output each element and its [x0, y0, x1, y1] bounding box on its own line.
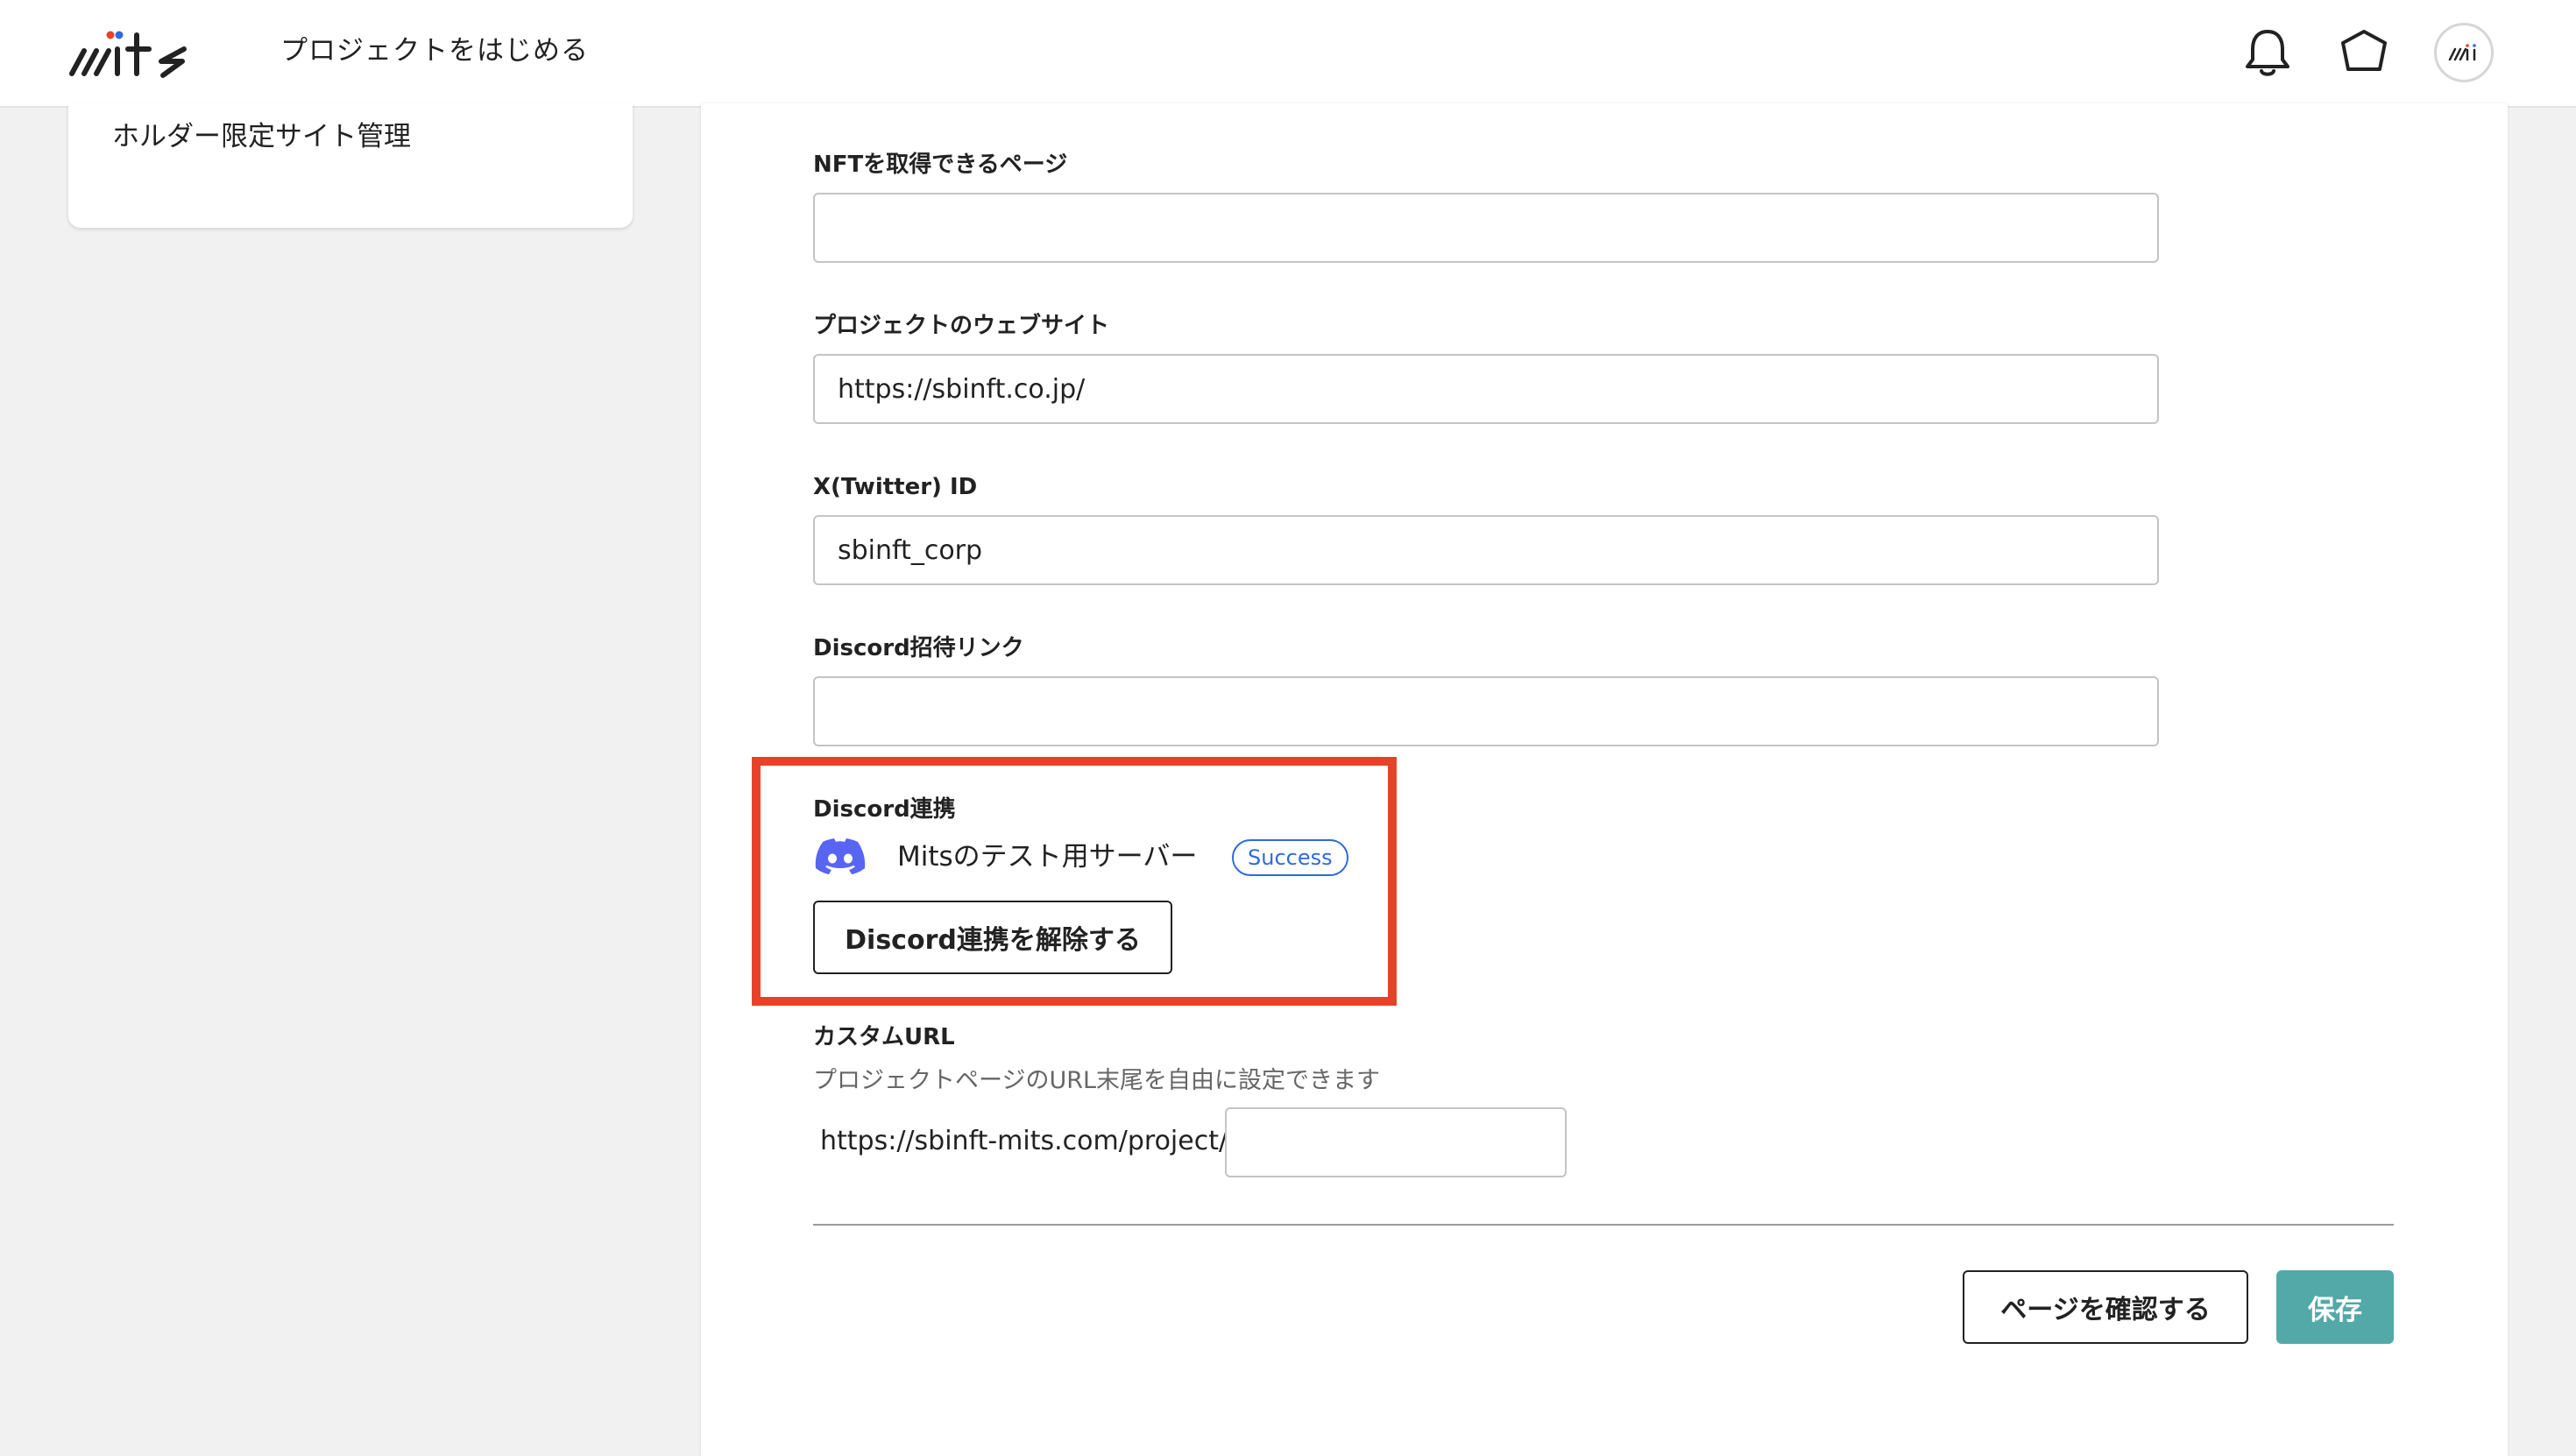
twitter-id-input[interactable]	[813, 515, 2159, 585]
website-label: プロジェクトのウェブサイト	[813, 313, 1110, 339]
bell-icon[interactable]	[2236, 21, 2299, 84]
sidebar-item-holder-site[interactable]: ホルダー限定サイト管理	[112, 116, 411, 158]
discord-invite-label: Discord招待リンク	[813, 635, 1024, 661]
top-header: プロジェクトをはじめる	[0, 0, 2576, 108]
twitter-id-label: X(Twitter) ID	[813, 474, 978, 500]
custom-url-hint: プロジェクトページのURL末尾を自由に設定できます	[813, 1067, 1381, 1094]
custom-url-prefix: https://sbinft-mits.com/project/	[820, 1126, 1228, 1156]
save-button[interactable]: 保存	[2276, 1270, 2394, 1344]
mits-logo[interactable]	[67, 23, 216, 82]
sidebar-menu: ホルダー限定サイト管理	[68, 103, 633, 228]
status-badge: Success	[1232, 839, 1348, 876]
avatar-icon[interactable]	[2434, 23, 2494, 82]
nft-page-input[interactable]	[813, 193, 2159, 263]
form-divider	[813, 1224, 2394, 1226]
custom-url-input[interactable]	[1225, 1107, 1567, 1177]
discord-icon	[815, 838, 866, 874]
page-title: プロジェクトをはじめる	[280, 35, 589, 67]
discord-invite-input[interactable]	[813, 676, 2159, 746]
discord-server-name: Mitsのテスト用サーバー	[897, 841, 1198, 873]
confirm-page-button[interactable]: ページを確認する	[1963, 1270, 2248, 1344]
discord-link-label: Discord連携	[813, 796, 956, 823]
hexagon-icon[interactable]	[2332, 21, 2396, 84]
discord-unlink-button[interactable]: Discord連携を解除する	[813, 901, 1172, 974]
website-input[interactable]	[813, 354, 2159, 424]
custom-url-label: カスタムURL	[813, 1024, 955, 1050]
nft-page-label: NFTを取得できるページ	[813, 152, 1068, 178]
